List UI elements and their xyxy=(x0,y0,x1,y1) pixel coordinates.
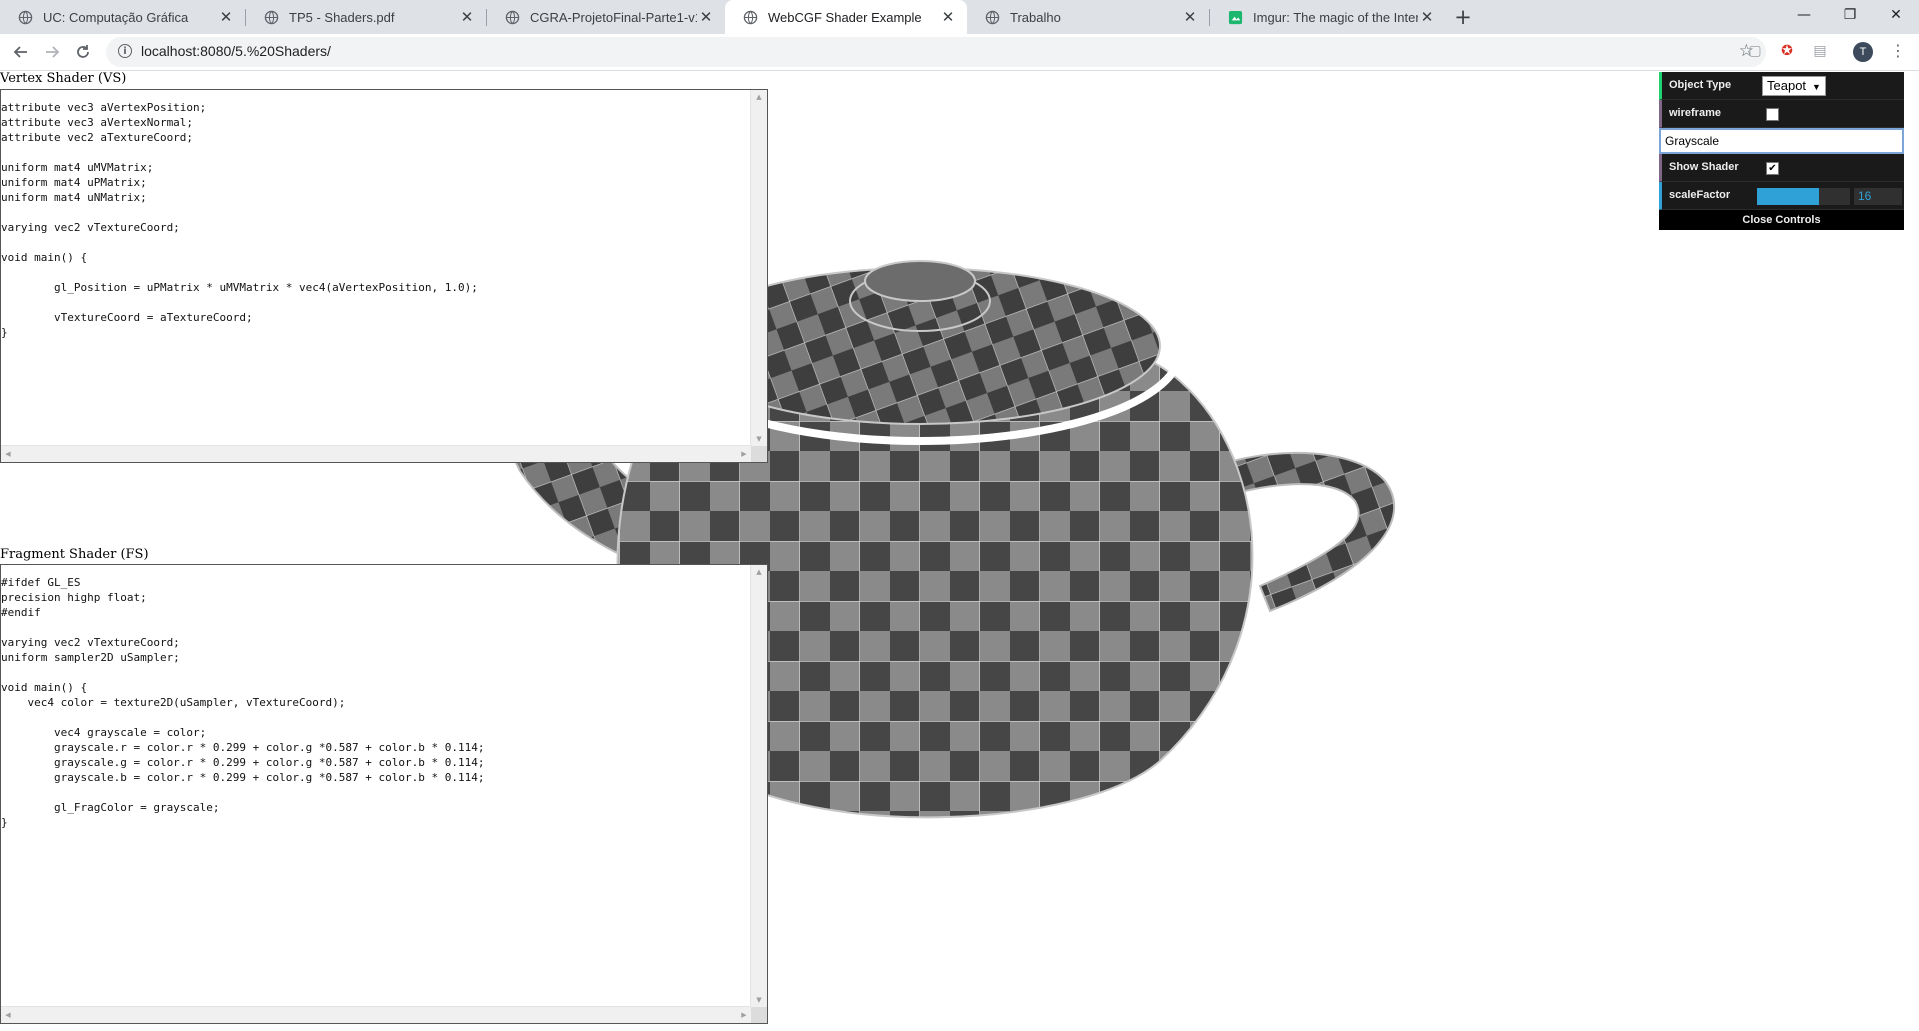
scroll-right-icon[interactable]: ▶ xyxy=(737,446,751,462)
close-tab-icon[interactable]: ✕ xyxy=(697,8,715,26)
show-shader-row: Show Shader ✔ xyxy=(1659,154,1904,182)
extension-icon[interactable]: ✪ xyxy=(1778,42,1796,60)
vertical-scrollbar[interactable]: ▲ ▼ xyxy=(750,90,767,446)
scroll-left-icon[interactable]: ◀ xyxy=(1,446,15,462)
extension-icon[interactable]: ▢ xyxy=(1746,42,1764,60)
tab-3[interactable]: WebCGF Shader Example ✕ xyxy=(725,0,967,34)
close-tab-icon[interactable]: ✕ xyxy=(217,8,235,26)
tab-strip: UC: Computação Gráfica ✕ TP5 - Shaders.p… xyxy=(0,0,1919,34)
extension-icon[interactable]: ▤ xyxy=(1811,42,1829,60)
reload-button[interactable] xyxy=(70,39,96,65)
show-shader-label: Show Shader xyxy=(1669,161,1739,173)
shader-selector-input[interactable] xyxy=(1661,130,1902,152)
scroll-right-icon[interactable]: ▶ xyxy=(737,1007,751,1023)
scale-factor-value[interactable]: 16 xyxy=(1854,188,1902,205)
close-controls-button[interactable]: Close Controls xyxy=(1659,210,1904,230)
scale-factor-row: scaleFactor 16 xyxy=(1659,182,1904,210)
info-icon[interactable]: i xyxy=(118,44,132,58)
address-bar[interactable]: i localhost:8080/5.%20Shaders/ ☆ xyxy=(106,37,1766,67)
tab-2[interactable]: CGRA-ProjetoFinal-Parte1-v1.0.pdf ✕ xyxy=(487,0,725,34)
scroll-up-icon[interactable]: ▲ xyxy=(751,90,767,104)
horizontal-scrollbar[interactable]: ◀ ▶ xyxy=(1,445,751,462)
tab-4[interactable]: Trabalho ✕ xyxy=(967,0,1209,34)
show-shader-checkbox[interactable]: ✔ xyxy=(1766,162,1779,175)
slider-fill xyxy=(1757,188,1820,205)
wireframe-label: wireframe xyxy=(1669,107,1721,119)
chevron-down-icon: ▼ xyxy=(1812,82,1821,92)
scroll-down-icon[interactable]: ▼ xyxy=(751,432,767,446)
globe-icon xyxy=(505,10,520,24)
profile-avatar[interactable]: T xyxy=(1853,42,1873,62)
horizontal-scrollbar[interactable]: ◀ ▶ xyxy=(1,1006,751,1023)
shader-selector-row xyxy=(1659,128,1904,154)
back-arrow-icon xyxy=(13,46,27,58)
close-tab-icon[interactable]: ✕ xyxy=(1418,8,1436,26)
scale-factor-label: scaleFactor xyxy=(1669,189,1731,201)
tab-1[interactable]: TP5 - Shaders.pdf ✕ xyxy=(246,0,486,34)
tab-title: TP5 - Shaders.pdf xyxy=(289,9,395,25)
vertex-shader-editor[interactable]: attribute vec3 aVertexPosition; attribut… xyxy=(0,89,768,463)
fragment-shader-code[interactable]: #ifdef GL_ES precision highp float; #end… xyxy=(1,565,767,830)
close-tab-icon[interactable]: ✕ xyxy=(458,8,476,26)
tab-title: Imgur: The magic of the Internet xyxy=(1253,9,1418,25)
vertex-shader-label: Vertex Shader (VS) xyxy=(0,71,127,86)
tab-title: WebCGF Shader Example xyxy=(768,9,922,25)
object-type-value: Teapot xyxy=(1767,78,1807,93)
scrollbar-corner xyxy=(751,1007,767,1023)
object-type-select[interactable]: Teapot ▼ xyxy=(1762,76,1826,96)
url-text[interactable]: localhost:8080/5.%20Shaders/ xyxy=(141,43,331,59)
tab-5[interactable]: Imgur: The magic of the Internet ✕ xyxy=(1210,0,1446,34)
tab-title: UC: Computação Gráfica xyxy=(43,9,189,25)
wireframe-checkbox[interactable] xyxy=(1766,108,1779,121)
globe-icon xyxy=(985,10,1000,24)
new-tab-button[interactable]: + xyxy=(1450,4,1476,30)
globe-icon xyxy=(743,10,758,24)
globe-icon xyxy=(18,10,33,24)
page-viewport: Vertex Shader (VS) attribute vec3 aVerte… xyxy=(0,71,1919,1031)
menu-kebab-icon[interactable]: ⋮ xyxy=(1890,41,1906,60)
controls-panel: Object Type Teapot ▼ wireframe Show Shade… xyxy=(1659,72,1904,230)
object-type-row: Object Type Teapot ▼ xyxy=(1659,72,1904,100)
close-window-button[interactable]: ✕ xyxy=(1873,0,1919,30)
forward-button[interactable] xyxy=(39,39,65,65)
globe-icon xyxy=(264,10,279,24)
object-type-label: Object Type xyxy=(1669,79,1732,91)
tab-title: CGRA-ProjetoFinal-Parte1-v1.0.pdf xyxy=(530,9,697,25)
forward-arrow-icon xyxy=(46,46,60,58)
scrollbar-corner xyxy=(751,446,767,462)
close-tab-icon[interactable]: ✕ xyxy=(1181,8,1199,26)
fragment-shader-label: Fragment Shader (FS) xyxy=(0,547,149,562)
vertical-scrollbar[interactable]: ▲ ▼ xyxy=(750,565,767,1007)
vertex-shader-code[interactable]: attribute vec3 aVertexPosition; attribut… xyxy=(1,90,767,340)
scroll-left-icon[interactable]: ◀ xyxy=(1,1007,15,1023)
back-button[interactable] xyxy=(8,39,34,65)
browser-toolbar: i localhost:8080/5.%20Shaders/ ☆ xyxy=(0,34,1919,71)
close-tab-icon[interactable]: ✕ xyxy=(939,8,957,26)
fragment-shader-editor[interactable]: #ifdef GL_ES precision highp float; #end… xyxy=(0,564,768,1024)
imgur-icon xyxy=(1228,10,1243,24)
wireframe-row: wireframe xyxy=(1659,100,1904,128)
scroll-down-icon[interactable]: ▼ xyxy=(751,993,767,1007)
scale-factor-slider[interactable] xyxy=(1757,188,1850,205)
restore-button[interactable]: ❐ xyxy=(1827,0,1873,30)
tab-title: Trabalho xyxy=(1010,9,1061,25)
tab-0[interactable]: UC: Computação Gráfica ✕ xyxy=(0,0,245,34)
minimize-button[interactable]: — xyxy=(1781,0,1827,30)
scroll-up-icon[interactable]: ▲ xyxy=(751,565,767,579)
reload-icon xyxy=(77,45,89,58)
lid-knob xyxy=(864,260,976,302)
